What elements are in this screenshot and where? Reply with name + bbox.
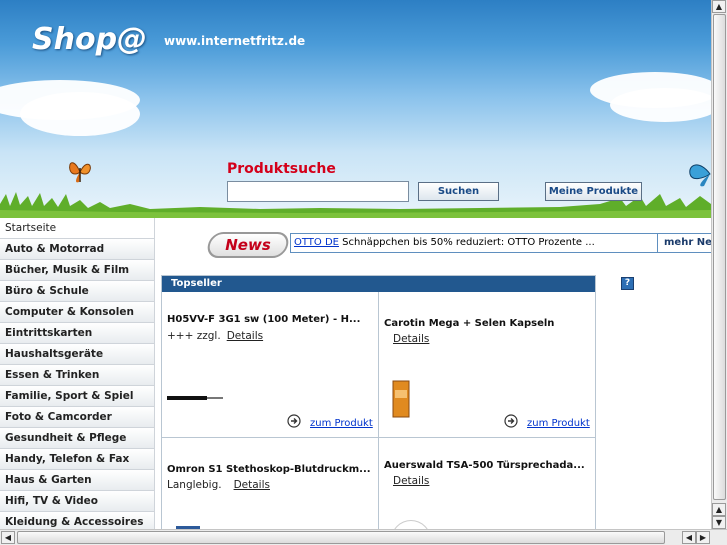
sidebar-item-hifi[interactable]: Hifi, TV & Video [0, 491, 155, 512]
details-link[interactable]: Details [227, 330, 263, 342]
product-card: H05VV-F 3G1 sw (100 Meter) - H... +++ zz… [162, 292, 379, 438]
shop-logo[interactable]: Shop@ [32, 22, 147, 57]
sidebar-item-computer[interactable]: Computer & Konsolen [0, 302, 155, 323]
sidebar-item-handy[interactable]: Handy, Telefon & Fax [0, 449, 155, 470]
to-product-link[interactable]: zum Produkt [527, 418, 590, 429]
details-link[interactable]: Details [393, 333, 429, 345]
news-badge-label: News [225, 236, 271, 254]
site-domain: www.internetfritz.de [164, 34, 306, 48]
to-product-link[interactable]: zum Produkt [310, 418, 373, 429]
sidebar-item-eintrittskarten[interactable]: Eintrittskarten [0, 323, 155, 344]
sidebar-item-haushaltsgeraete[interactable]: Haushaltsgeräte [0, 344, 155, 365]
cable-product-image[interactable] [167, 394, 223, 402]
scroll-left-icon[interactable]: ◀ [1, 531, 15, 544]
product-card: Auerswald TSA-500 Türsprechada... Detail… [379, 438, 596, 529]
header-banner: Shop@ www.internetfritz.de Produktsuche … [0, 0, 711, 218]
scroll-down-icon[interactable]: ▼ [712, 516, 726, 529]
vertical-scrollbar[interactable]: ▲ ▲ ▼ [711, 0, 727, 529]
sidebar-item-haus[interactable]: Haus & Garten [0, 470, 155, 491]
sidebar-item-gesundheit[interactable]: Gesundheit & Pflege [0, 428, 155, 449]
search-input[interactable] [227, 181, 409, 202]
butterfly-icon [69, 162, 91, 183]
sidebar-item-buero[interactable]: Büro & Schule [0, 281, 155, 302]
product-teaser: Langlebig. [167, 479, 222, 491]
category-sidebar: Startseite Auto & Motorrad Bücher, Musik… [0, 218, 155, 529]
details-link[interactable]: Details [234, 479, 270, 491]
page-viewport: Shop@ www.internetfritz.de Produktsuche … [0, 0, 711, 529]
product-image[interactable] [391, 520, 431, 529]
vertical-scroll-thumb[interactable] [713, 14, 726, 500]
product-subtitle: Details [387, 333, 429, 345]
my-products-button[interactable]: Meine Produkte [545, 182, 642, 201]
sidebar-item-essen[interactable]: Essen & Trinken [0, 365, 155, 386]
sidebar-item-auto[interactable]: Auto & Motorrad [0, 239, 155, 260]
topseller-heading: Topseller [162, 276, 595, 292]
product-card: Carotin Mega + Selen Kapseln Details zum… [379, 292, 596, 438]
scroll-left-icon[interactable]: ◀ [682, 531, 696, 544]
sidebar-item-familie[interactable]: Familie, Sport & Spiel [0, 386, 155, 407]
circle-arrow-right-icon[interactable] [287, 414, 301, 428]
scroll-up-icon[interactable]: ▲ [712, 0, 726, 13]
news-ticker: OTTO DE Schnäppchen bis 50% reduziert: O… [290, 233, 658, 253]
horizontal-scrollbar[interactable]: ◀ ◀ ▶ [0, 529, 727, 545]
butterfly-icon [689, 164, 711, 187]
product-subtitle: +++ zzgl. Details [167, 330, 263, 342]
capsule-box-image[interactable] [392, 380, 410, 418]
product-subtitle: Langlebig. Details [167, 479, 270, 491]
sidebar-item-startseite[interactable]: Startseite [0, 218, 155, 239]
product-subtitle: Details [387, 475, 429, 487]
news-badge: News [205, 232, 291, 258]
horizontal-scroll-thumb[interactable] [17, 531, 665, 544]
news-link[interactable]: OTTO DE [294, 237, 339, 248]
sidebar-item-buecher[interactable]: Bücher, Musik & Film [0, 260, 155, 281]
product-title[interactable]: Omron S1 Stethoskop-Blutdruckm... [167, 464, 371, 475]
topseller-panel: Topseller H05VV-F 3G1 sw (100 Meter) - H… [161, 275, 596, 529]
sidebar-item-foto[interactable]: Foto & Camcorder [0, 407, 155, 428]
sidebar-item-kleidung[interactable]: Kleidung & Accessoires [0, 512, 155, 529]
product-teaser: +++ zzgl. [167, 330, 221, 342]
circle-arrow-right-icon[interactable] [504, 414, 518, 428]
product-title[interactable]: H05VV-F 3G1 sw (100 Meter) - H... [167, 314, 360, 325]
scroll-up-icon[interactable]: ▲ [712, 503, 726, 516]
more-news-link[interactable]: mehr News [658, 233, 711, 253]
scroll-right-icon[interactable]: ▶ [696, 531, 710, 544]
product-title[interactable]: Carotin Mega + Selen Kapseln [384, 318, 554, 329]
cloud [610, 88, 711, 122]
search-button[interactable]: Suchen [418, 182, 499, 201]
product-card: Omron S1 Stethoskop-Blutdruckm... Langle… [162, 438, 379, 529]
news-text: Schnäppchen bis 50% reduziert: OTTO Proz… [338, 237, 595, 248]
help-icon[interactable]: ? [621, 277, 634, 290]
product-title[interactable]: Auerswald TSA-500 Türsprechada... [384, 460, 585, 471]
details-link[interactable]: Details [393, 475, 429, 487]
search-title: Produktsuche [227, 161, 336, 177]
cloud [20, 92, 140, 136]
